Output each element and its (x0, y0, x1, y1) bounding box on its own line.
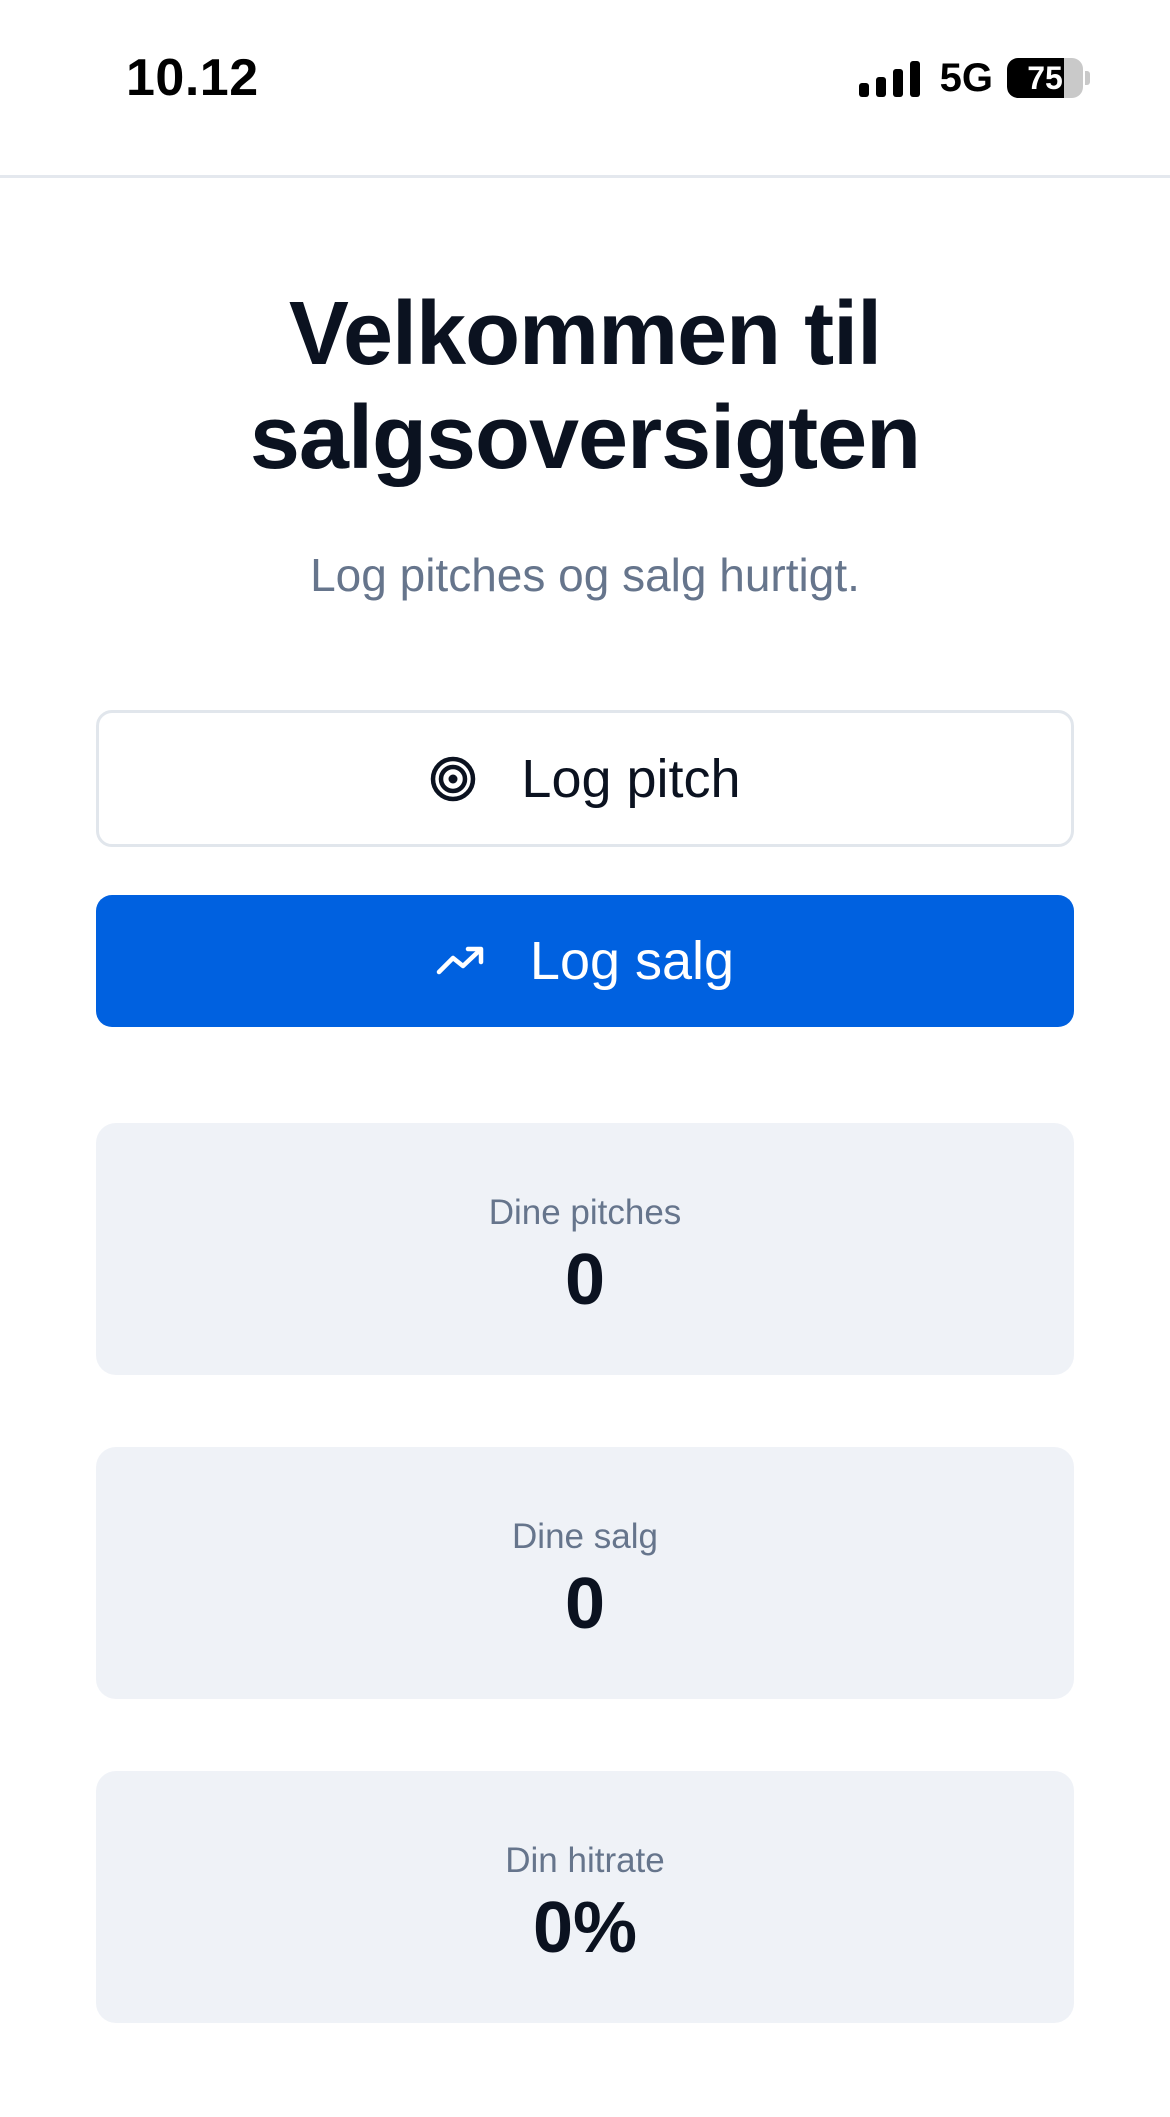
log-sale-button[interactable]: Log salg (96, 895, 1074, 1027)
status-bar: 10.12 5G 75 (0, 0, 1170, 178)
stat-value-pitches: 0 (564, 1240, 606, 1320)
stat-label-hitrate: Din hitrate (505, 1841, 665, 1880)
page-title-line-2: salgsoversigten (249, 388, 921, 488)
page-title-line-1: Velkommen til (288, 284, 882, 384)
page-subtitle: Log pitches og salg hurtigt. (310, 549, 860, 601)
log-sale-label: Log salg (529, 931, 735, 991)
stat-card-sales: Dine salg 0 (96, 1447, 1074, 1699)
battery-cap (1085, 71, 1090, 85)
stat-card-hitrate: Din hitrate 0% (96, 1771, 1074, 2023)
stat-label-pitches: Dine pitches (488, 1193, 682, 1232)
log-pitch-label: Log pitch (521, 748, 741, 809)
network-type: 5G (939, 55, 993, 100)
stat-card-pitches: Dine pitches 0 (96, 1123, 1074, 1375)
battery-level: 75 (1027, 59, 1063, 96)
target-icon (429, 755, 477, 803)
log-pitch-button[interactable]: Log pitch (96, 710, 1074, 847)
page-title: Velkommen til salgsoversigten (0, 282, 1170, 490)
cellular-signal-icon (858, 59, 920, 97)
stat-label-sales: Dine salg (512, 1517, 658, 1556)
stat-value-sales: 0 (564, 1564, 606, 1644)
status-indicators: 5G 75 (858, 55, 1090, 100)
status-time: 10.12 (126, 49, 259, 107)
stat-value-hitrate: 0% (532, 1888, 638, 1968)
trending-up-icon (436, 944, 486, 978)
battery-icon: 75 (1007, 58, 1083, 98)
